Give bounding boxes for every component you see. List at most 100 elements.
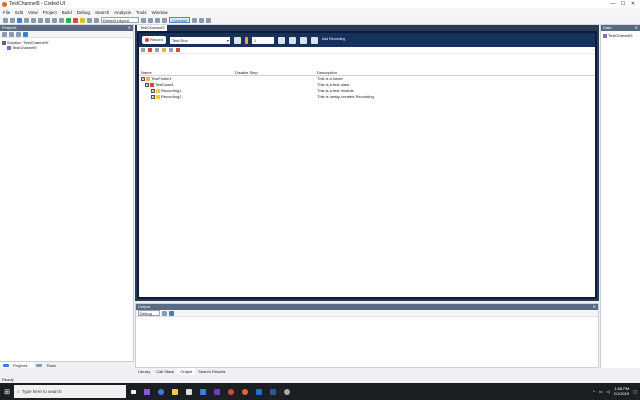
- cut-icon[interactable]: [141, 48, 145, 52]
- copy-icon[interactable]: [38, 17, 43, 23]
- visual-studio-icon[interactable]: [140, 383, 154, 400]
- save-icon[interactable]: [17, 17, 22, 23]
- file-explorer-icon[interactable]: [168, 383, 182, 400]
- menu-search[interactable]: Search: [95, 10, 109, 15]
- menu-debug[interactable]: Debug: [77, 10, 90, 15]
- iteration-input[interactable]: 1: [251, 36, 274, 44]
- collapse-icon[interactable]: [9, 31, 14, 37]
- table-row[interactable]: ✓ Recording2 This is newly created Recor…: [139, 94, 595, 100]
- record-button[interactable]: Record: [142, 36, 166, 44]
- open-folder-icon[interactable]: [10, 17, 15, 23]
- sync-icon[interactable]: [2, 31, 7, 37]
- add-folder-icon[interactable]: [288, 36, 296, 44]
- menu-tools[interactable]: Tools: [136, 10, 147, 15]
- undo-icon[interactable]: [52, 17, 57, 23]
- menu-analysis[interactable]: Analysis: [114, 10, 131, 15]
- data-tree-item[interactable]: TestChannel9: [603, 33, 638, 38]
- folder-icon[interactable]: [162, 48, 166, 52]
- plugin-icon[interactable]: [155, 17, 160, 23]
- task-view-icon[interactable]: [126, 383, 140, 400]
- chrome-icon[interactable]: [224, 383, 238, 400]
- volume-icon[interactable]: ◁: [607, 389, 610, 394]
- store-icon[interactable]: [182, 383, 196, 400]
- app-logo-icon: [2, 1, 7, 7]
- taskbar-search[interactable]: ○ Type here to search: [14, 385, 126, 398]
- tray-up-icon[interactable]: ^: [593, 389, 595, 394]
- build-icon[interactable]: [80, 17, 85, 23]
- run-config-select[interactable]: Test Run: [169, 36, 230, 44]
- home-icon[interactable]: [299, 36, 307, 44]
- edge-icon[interactable]: [154, 383, 168, 400]
- data-panel-header: Data ✕: [601, 25, 640, 31]
- run-icon[interactable]: [66, 17, 71, 23]
- row-checkbox[interactable]: ✓: [151, 95, 155, 99]
- options-icon[interactable]: [148, 17, 153, 23]
- settings-icon[interactable]: [280, 383, 294, 400]
- menu-view[interactable]: View: [28, 10, 38, 15]
- search-icon[interactable]: [198, 17, 204, 23]
- record-icon[interactable]: [73, 17, 78, 23]
- minimize-button[interactable]: —: [608, 0, 618, 8]
- show-all-icon[interactable]: [23, 31, 28, 37]
- col-disable-step[interactable]: Disable Step: [235, 70, 317, 75]
- view-icon[interactable]: [277, 36, 285, 44]
- maximize-button[interactable]: ☐: [618, 0, 628, 8]
- outlook-icon[interactable]: [252, 383, 266, 400]
- status-bar: Ready: [0, 376, 640, 383]
- clock[interactable]: 1:58 PM 2/1/2019: [614, 386, 630, 396]
- tab-search-results[interactable]: Search Results: [195, 368, 228, 375]
- properties-icon[interactable]: [16, 31, 21, 37]
- close-button[interactable]: ✕: [628, 0, 638, 8]
- row-checkbox[interactable]: ✓: [145, 83, 149, 87]
- output-source-select[interactable]: Debug: [138, 310, 160, 316]
- new-file-icon[interactable]: [3, 17, 8, 23]
- menu-build[interactable]: Build: [62, 10, 72, 15]
- close-icon[interactable]: ✕: [128, 25, 131, 31]
- close-icon[interactable]: ✕: [635, 25, 638, 31]
- tab-library[interactable]: Library: [135, 368, 153, 375]
- notifications-icon[interactable]: ▢: [633, 389, 637, 394]
- tree-item-project[interactable]: TestChannel9: [2, 45, 131, 50]
- connect-button[interactable]: Connect: [169, 17, 190, 23]
- col-name[interactable]: Name: [139, 70, 235, 75]
- step-icon[interactable]: [94, 17, 99, 23]
- row-checkbox[interactable]: ✓: [141, 77, 145, 81]
- menu-file[interactable]: File: [3, 10, 10, 15]
- export-icon[interactable]: [310, 36, 318, 44]
- coded-ui-app-icon[interactable]: [238, 383, 252, 400]
- row-checkbox[interactable]: ✓: [151, 89, 155, 93]
- tab-projects[interactable]: Projects: [0, 362, 34, 368]
- clear-icon[interactable]: [162, 310, 167, 316]
- word-icon[interactable]: [266, 383, 280, 400]
- menu-window[interactable]: Window: [152, 10, 168, 15]
- tab-call-stack[interactable]: Call Stack: [153, 368, 177, 375]
- refresh-icon[interactable]: [169, 48, 173, 52]
- menu-edit[interactable]: Edit: [15, 10, 23, 15]
- cut-icon[interactable]: [31, 17, 36, 23]
- save-all-icon[interactable]: [24, 17, 29, 23]
- windows-start-icon[interactable]: ⊞: [0, 383, 14, 400]
- wrap-icon[interactable]: [169, 310, 174, 316]
- delete-icon[interactable]: [148, 48, 152, 52]
- tab-output[interactable]: Output: [177, 368, 196, 375]
- view-icon[interactable]: [162, 17, 167, 23]
- menu-project[interactable]: Project: [43, 10, 57, 15]
- mail-icon[interactable]: [196, 383, 210, 400]
- network-icon[interactable]: ▭: [599, 389, 603, 394]
- user-icon[interactable]: [205, 17, 211, 23]
- settings-gear-icon[interactable]: [233, 36, 241, 44]
- help-icon[interactable]: [191, 17, 197, 23]
- tab-tests[interactable]: Tests: [33, 362, 61, 368]
- col-description[interactable]: Description: [317, 70, 595, 75]
- vs-code-icon[interactable]: [210, 383, 224, 400]
- close-icon[interactable]: ✕: [593, 304, 596, 310]
- tests-tab-icon: [36, 363, 43, 367]
- debug-icon[interactable]: [87, 17, 92, 23]
- copy-icon[interactable]: [155, 48, 159, 52]
- redo-icon[interactable]: [59, 17, 64, 23]
- paste-icon[interactable]: [45, 17, 50, 23]
- case-icon[interactable]: [176, 48, 180, 52]
- data-tree: TestChannel9: [601, 31, 640, 40]
- settings-icon[interactable]: [141, 17, 146, 23]
- layout-select[interactable]: Default Layout: [101, 17, 139, 23]
